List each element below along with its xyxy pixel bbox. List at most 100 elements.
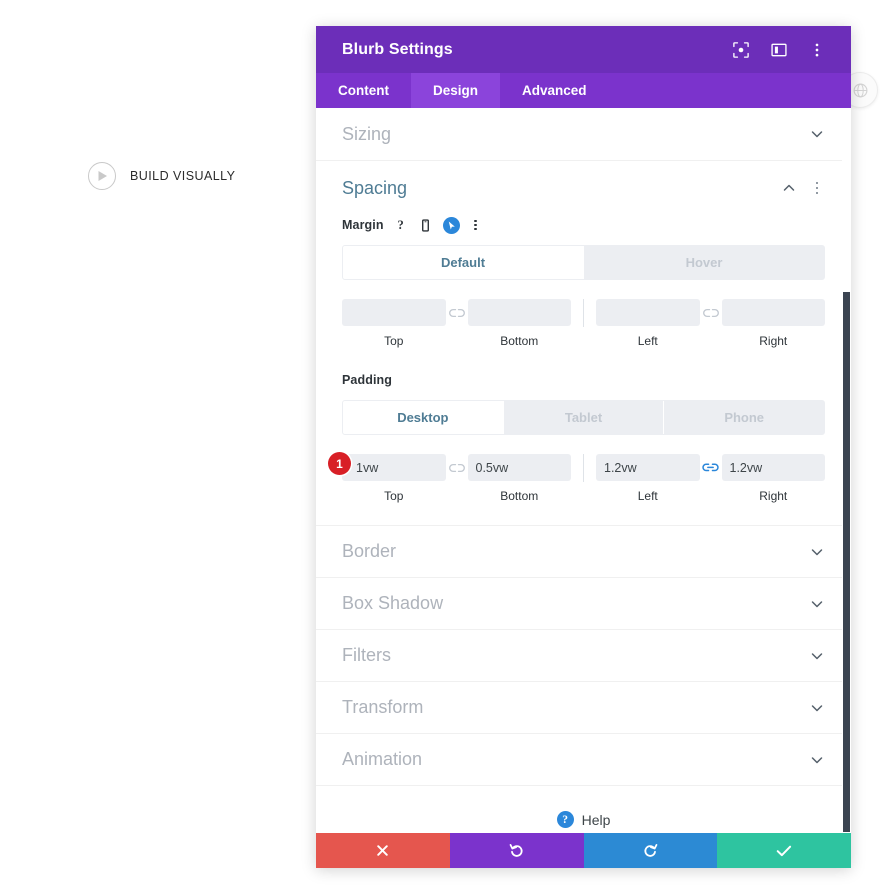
margin-left-caption: Left [637, 334, 658, 348]
padding-tab-phone[interactable]: Phone [664, 401, 824, 434]
chevron-down-icon [809, 596, 825, 612]
tab-content[interactable]: Content [316, 73, 411, 108]
help-label: Help [581, 811, 611, 828]
padding-tab-tablet[interactable]: Tablet [503, 401, 665, 434]
padding-left-caption: Left [637, 489, 658, 503]
padding-group-divider [583, 454, 584, 482]
blurb-settings-modal: Blurb Settings Content Design Advanced S… [316, 26, 851, 868]
margin-right-input[interactable] [721, 299, 825, 326]
margin-tab-hover[interactable]: Hover [584, 246, 824, 279]
padding-right-caption: Right [759, 489, 788, 503]
margin-bottom-caption: Bottom [500, 334, 539, 348]
help-question-icon: ? [556, 811, 574, 828]
panel-tab-bar: Content Design Advanced [316, 73, 851, 108]
focus-target-icon[interactable] [732, 41, 750, 59]
padding-label: Padding [342, 373, 393, 387]
margin-more-vertical-icon[interactable] [469, 217, 483, 233]
help-question-icon[interactable]: ? [393, 217, 409, 233]
link-broken-icon[interactable] [700, 299, 722, 326]
section-spacing: Spacing Margin ? Default Hover Top Botto… [316, 161, 851, 526]
margin-group-divider [583, 299, 584, 327]
checkmark-icon [776, 845, 792, 856]
padding-top-cell: 1 1vw Top [328, 452, 446, 503]
margin-label: Margin [342, 218, 384, 232]
margin-bottom-cell: Bottom [467, 299, 571, 348]
padding-bottom-input[interactable]: 0.5vw [467, 454, 571, 481]
panel-scrollbar-thumb[interactable] [843, 292, 850, 832]
section-label-transform: Transform [342, 697, 424, 717]
margin-top-caption: Top [384, 334, 404, 348]
more-vertical-icon[interactable] [808, 41, 826, 59]
section-toggle-border[interactable]: Border [316, 526, 851, 578]
link-joined-icon[interactable] [700, 454, 722, 481]
padding-top-input[interactable]: 1vw [342, 454, 446, 481]
section-label-border: Border [342, 541, 397, 561]
section-label-filters: Filters [342, 645, 391, 665]
margin-left-input[interactable] [596, 299, 700, 326]
tab-advanced[interactable]: Advanced [500, 73, 609, 108]
margin-field-grid: Top Bottom Left Right [342, 299, 825, 348]
padding-right-input[interactable]: 1.2vw [721, 454, 825, 481]
padding-right-cell: 1.2vw Right [721, 454, 825, 503]
section-label-box-shadow: Box Shadow [342, 593, 444, 613]
chevron-down-icon [809, 126, 825, 142]
status-badge: 1 [328, 452, 351, 475]
mobile-device-icon[interactable] [418, 217, 434, 233]
chevron-down-icon [809, 752, 825, 768]
padding-left-cell: 1.2vw Left [596, 454, 700, 503]
section-toggle-transform[interactable]: Transform [316, 682, 851, 734]
link-broken-icon[interactable] [446, 299, 468, 326]
margin-top-cell: Top [342, 299, 446, 348]
redo-button[interactable] [583, 833, 718, 868]
section-header-spacing[interactable]: Spacing [316, 161, 851, 215]
panel-layout-icon[interactable] [770, 41, 788, 59]
build-visually-button[interactable]: BUILD VISUALLY [88, 162, 235, 190]
padding-bottom-caption: Bottom [500, 489, 539, 503]
margin-tab-default[interactable]: Default [343, 246, 584, 279]
close-x-icon [377, 845, 389, 856]
play-circle-icon [88, 162, 116, 190]
padding-top-caption: Top [384, 489, 404, 503]
padding-left-input[interactable]: 1.2vw [596, 454, 700, 481]
panel-header: Blurb Settings [316, 26, 851, 73]
padding-device-tabs: Desktop Tablet Phone [342, 400, 825, 435]
redo-arrow-icon [644, 843, 658, 857]
chevron-down-icon [809, 648, 825, 664]
undo-button[interactable] [449, 833, 584, 868]
margin-bottom-input[interactable] [467, 299, 571, 326]
link-broken-icon[interactable] [446, 454, 468, 481]
padding-field-grid: 1 1vw Top 0.5vw Bottom 1.2vw Left 1.2vw … [328, 452, 825, 503]
margin-state-tabs: Default Hover [342, 245, 825, 280]
hover-state-icon[interactable] [442, 216, 460, 234]
header-icon-group [732, 41, 826, 59]
section-toggle-box-shadow[interactable]: Box Shadow [316, 578, 851, 630]
margin-right-cell: Right [721, 299, 825, 348]
chevron-down-icon [809, 700, 825, 716]
chevron-down-icon [809, 544, 825, 560]
spacing-content: Margin ? Default Hover Top Bottom Left R… [316, 215, 851, 525]
chevron-up-icon[interactable] [781, 180, 797, 196]
panel-body: Sizing Spacing Margin ? Default Hover To… [316, 108, 851, 833]
section-toggle-filters[interactable]: Filters [316, 630, 851, 682]
padding-tab-desktop[interactable]: Desktop [343, 401, 504, 434]
page-title: Blurb Settings [342, 40, 453, 58]
panel-scroll-area: Sizing Spacing Margin ? Default Hover To… [316, 108, 851, 833]
margin-left-cell: Left [596, 299, 700, 348]
margin-top-input[interactable] [342, 299, 446, 326]
build-visually-label: BUILD VISUALLY [130, 169, 236, 183]
undo-arrow-icon [509, 843, 523, 857]
section-label-animation: Animation [342, 749, 423, 769]
section-toggle-sizing[interactable]: Sizing [316, 108, 851, 161]
padding-label-row: Padding [342, 370, 825, 390]
help-link[interactable]: ? Help [316, 786, 851, 833]
margin-right-caption: Right [759, 334, 788, 348]
tab-design[interactable]: Design [411, 73, 501, 108]
panel-scrollbar-track[interactable] [842, 108, 851, 833]
padding-bottom-cell: 0.5vw Bottom [467, 454, 571, 503]
save-button[interactable] [717, 833, 851, 868]
section-label-spacing: Spacing [342, 177, 408, 198]
margin-label-row: Margin ? [342, 215, 825, 235]
section-more-vertical-icon[interactable] [809, 179, 825, 197]
cancel-button[interactable] [316, 833, 450, 868]
section-toggle-animation[interactable]: Animation [316, 734, 851, 786]
